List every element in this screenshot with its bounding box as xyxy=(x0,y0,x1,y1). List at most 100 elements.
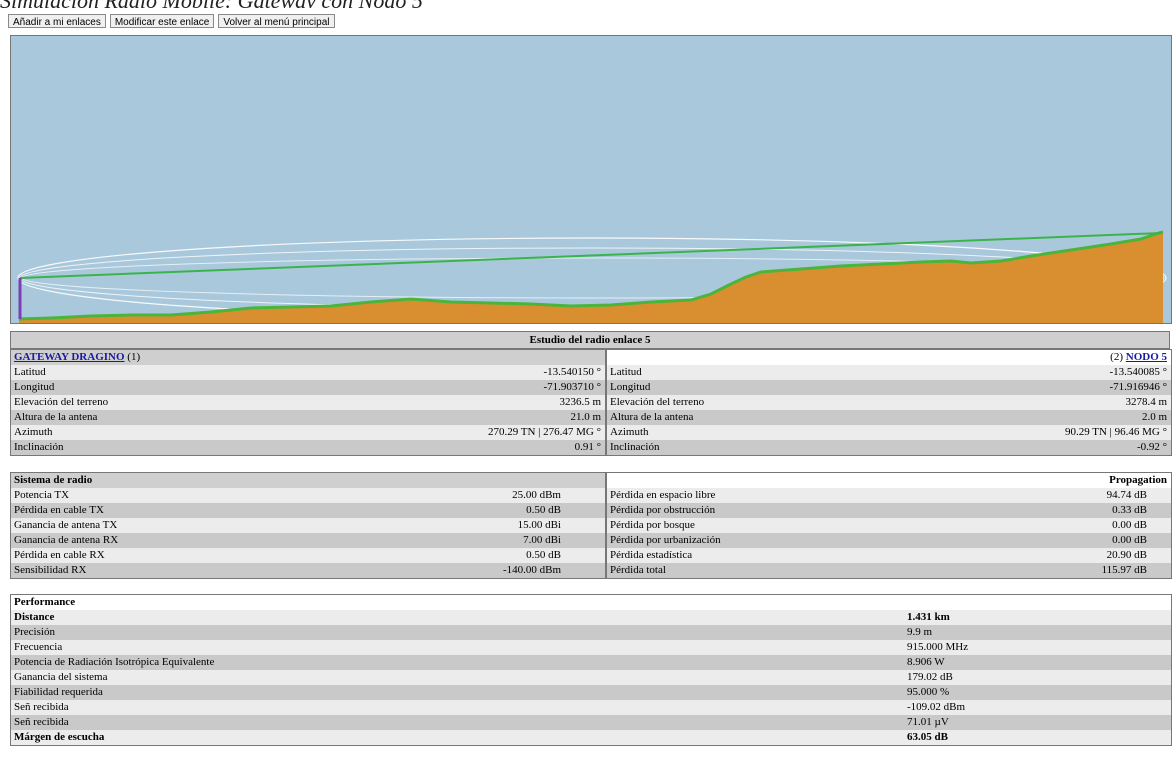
propagation-row: Pérdida por bosque 0.00 dB xyxy=(607,518,1171,533)
performance-row: Potencia de Radiación Isotrópica Equival… xyxy=(11,655,1171,670)
propagation-label: Pérdida total xyxy=(610,564,666,576)
right-station-label: Altura de la antena xyxy=(610,411,694,423)
radio-system-value: 0.50 dB xyxy=(526,504,561,516)
propagation-table: Propagation Pérdida en espacio libre 94.7… xyxy=(606,472,1172,579)
performance-row: Señ recibida 71.01 µV xyxy=(11,715,1171,730)
propagation-label: Pérdida en espacio libre xyxy=(610,489,716,501)
performance-value: 9.9 m xyxy=(907,626,933,638)
left-station-link[interactable]: GATEWAY DRAGINO xyxy=(14,351,125,363)
terrain-profile-graphic xyxy=(11,36,1171,323)
radio-system-label: Pérdida en cable TX xyxy=(14,504,104,516)
right-station-label: Longitud xyxy=(610,381,651,393)
left-station-label: Longitud xyxy=(14,381,55,393)
right-station-label: Inclinación xyxy=(610,441,660,453)
left-station-label: Azimuth xyxy=(14,426,53,438)
performance-value: 1.431 km xyxy=(907,611,950,623)
radio-system-row: Pérdida en cable TX 0.50 dB xyxy=(11,503,605,518)
right-station-row: Inclinación -0.92 ° xyxy=(607,440,1171,455)
performance-row: Márgen de escucha 63.05 dB xyxy=(11,730,1171,745)
right-station-value: -0.92 ° xyxy=(1136,441,1167,453)
performance-label: Señ recibida xyxy=(14,716,69,728)
performance-label: Frecuencia xyxy=(14,641,63,653)
radio-system-value: 25.00 dBm xyxy=(512,489,561,501)
right-station-link[interactable]: NODO 5 xyxy=(1126,351,1167,363)
propagation-value: 0.00 dB xyxy=(1112,519,1147,531)
performance-table: Performance Distance 1.431 km Precisión 9.9… xyxy=(10,594,1172,746)
left-station-value: -71.903710 ° xyxy=(543,381,601,393)
propagation-row: Pérdida por obstrucción 0.33 dB xyxy=(607,503,1171,518)
toolbar: Añadir a mi enlaces Modificar este enlac… xyxy=(8,14,335,32)
propagation-row: Pérdida total 115.97 dB xyxy=(607,563,1171,578)
performance-value: 95.000 % xyxy=(907,686,950,698)
add-to-links-button[interactable]: Añadir a mi enlaces xyxy=(8,14,106,28)
left-station-value: 21.0 m xyxy=(570,411,601,423)
performance-label: Precisión xyxy=(14,626,55,638)
propagation-label: Pérdida por bosque xyxy=(610,519,695,531)
right-station-header: (2) NODO 5 xyxy=(607,350,1171,365)
left-station-row: Longitud -71.903710 ° xyxy=(11,380,605,395)
radio-system-label: Potencia TX xyxy=(14,489,70,501)
propagation-row: Pérdida estadística 20.90 dB xyxy=(607,548,1171,563)
performance-row: Precisión 9.9 m xyxy=(11,625,1171,640)
left-station-label: Altura de la antena xyxy=(14,411,98,423)
radio-system-value: 7.00 dBi xyxy=(523,534,561,546)
performance-value: 8.906 W xyxy=(907,656,945,668)
right-station-value: 2.0 m xyxy=(1141,411,1167,423)
left-station-index: (1) xyxy=(127,351,141,363)
right-station-row: Latitud -13.540085 ° xyxy=(607,365,1171,380)
propagation-value: 94.74 dB xyxy=(1106,489,1147,501)
radio-system-value: 15.00 dBi xyxy=(517,519,561,531)
radio-system-row: Pérdida en cable RX 0.50 dB xyxy=(11,548,605,563)
radio-system-table: Sistema de radio Potencia TX 25.00 dBm Pér… xyxy=(10,472,606,579)
left-station-row: Altura de la antena 21.0 m xyxy=(11,410,605,425)
radio-system-row: Potencia TX 25.00 dBm xyxy=(11,488,605,503)
performance-label: Potencia de Radiación Isotrópica Equival… xyxy=(14,656,215,668)
radio-system-label: Ganancia de antena RX xyxy=(14,534,119,546)
radio-system-value: -140.00 dBm xyxy=(502,564,561,576)
radio-system-header: Sistema de radio xyxy=(11,473,605,488)
radio-system-value: 0.50 dB xyxy=(526,549,561,561)
radio-system-row: Ganancia de antena RX 7.00 dBi xyxy=(11,533,605,548)
right-station-value: 90.29 TN | 96.46 MG ° xyxy=(1064,426,1167,438)
right-station-row: Longitud -71.916946 ° xyxy=(607,380,1171,395)
propagation-row: Pérdida por urbanización 0.00 dB xyxy=(607,533,1171,548)
performance-label: Márgen de escucha xyxy=(14,731,105,743)
performance-value: 915.000 MHz xyxy=(907,641,969,653)
performance-label: Señ recibida xyxy=(14,701,69,713)
radio-system-label: Ganancia de antena TX xyxy=(14,519,118,531)
left-station-value: 270.29 TN | 276.47 MG ° xyxy=(487,426,601,438)
right-station-value: 3278.4 m xyxy=(1125,396,1167,408)
performance-row: Frecuencia 915.000 MHz xyxy=(11,640,1171,655)
performance-label: Distance xyxy=(14,611,55,623)
left-station-header: GATEWAY DRAGINO (1) xyxy=(11,350,605,365)
right-station-index: (2) xyxy=(1110,351,1123,363)
performance-value: 63.05 dB xyxy=(907,731,948,743)
left-station-label: Inclinación xyxy=(14,441,64,453)
performance-value: 179.02 dB xyxy=(907,671,953,683)
left-station-value: 3236.5 m xyxy=(559,396,601,408)
right-station-label: Elevación del terreno xyxy=(610,396,705,408)
edit-link-button[interactable]: Modificar este enlace xyxy=(109,14,215,28)
propagation-label: Pérdida por urbanización xyxy=(610,534,721,546)
propagation-row: Pérdida en espacio libre 94.74 dB xyxy=(607,488,1171,503)
left-station-table: GATEWAY DRAGINO (1) Latitud -13.540150 ° L… xyxy=(10,349,606,456)
propagation-label: Pérdida por obstrucción xyxy=(610,504,716,516)
performance-row: Fiabilidad requerida 95.000 % xyxy=(11,685,1171,700)
back-to-menu-button[interactable]: Volver al menú principal xyxy=(218,14,335,28)
performance-label: Ganancia del sistema xyxy=(14,671,108,683)
right-station-row: Azimuth 90.29 TN | 96.46 MG ° xyxy=(607,425,1171,440)
radio-system-label: Pérdida en cable RX xyxy=(14,549,105,561)
right-station-table: (2) NODO 5 Latitud -13.540085 ° Longitud -7… xyxy=(606,349,1172,456)
left-station-label: Latitud xyxy=(14,366,46,378)
propagation-label: Pérdida estadística xyxy=(610,549,693,561)
window-caption: Simulación Radio Mobile: Gateway con Nod… xyxy=(0,0,1172,8)
left-station-row: Inclinación 0.91 ° xyxy=(11,440,605,455)
performance-value: -109.02 dBm xyxy=(907,701,966,713)
propagation-value: 20.90 dB xyxy=(1106,549,1147,561)
performance-row: Distance 1.431 km xyxy=(11,610,1171,625)
right-station-value: -13.540085 ° xyxy=(1109,366,1167,378)
performance-row: Señ recibida -109.02 dBm xyxy=(11,700,1171,715)
propagation-value: 115.97 dB xyxy=(1101,564,1147,576)
propagation-header: Propagation xyxy=(607,473,1171,488)
left-station-row: Elevación del terreno 3236.5 m xyxy=(11,395,605,410)
